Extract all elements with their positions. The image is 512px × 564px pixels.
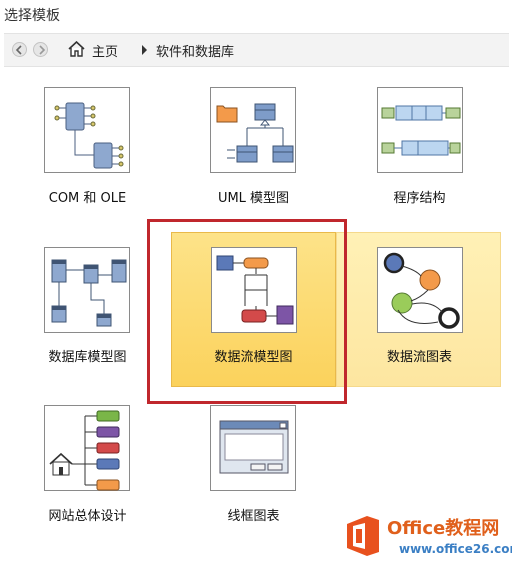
office-logo-icon — [347, 516, 379, 556]
dataflow-chart-thumbnail[interactable] — [377, 247, 463, 333]
template-label-wireframe[interactable]: 线框图表 — [207, 505, 300, 524]
arrow-left-icon — [15, 45, 22, 55]
wireframe-icon — [219, 420, 289, 474]
home-icon[interactable] — [68, 41, 85, 57]
back-button[interactable] — [12, 42, 27, 57]
uml-diagram-icon — [216, 103, 294, 163]
breadcrumb-current[interactable]: 软件和数据库 — [156, 41, 234, 60]
forward-button[interactable] — [33, 42, 48, 57]
arrow-right-icon — [39, 45, 46, 55]
template-label-uml[interactable]: UML 模型图 — [207, 187, 300, 206]
highlight-frame — [147, 219, 347, 404]
template-label-website-map[interactable]: 网站总体设计 — [41, 505, 134, 524]
watermark: Office教程网 www.office26.com — [345, 512, 512, 564]
dataflow-chart-icon — [383, 252, 460, 329]
com-ole-diagram-icon — [54, 102, 124, 169]
page-title: 选择模板 — [4, 8, 60, 24]
uml-thumbnail[interactable] — [210, 87, 296, 173]
watermark-url: www.office26.com — [399, 542, 512, 556]
navigation-bar: 主页 软件和数据库 — [4, 33, 509, 67]
com-ole-thumbnail[interactable] — [44, 87, 130, 173]
breadcrumb-home[interactable]: 主页 — [92, 41, 118, 60]
website-map-thumbnail[interactable] — [44, 405, 130, 491]
template-label-program-structure[interactable]: 程序结构 — [373, 187, 466, 206]
database-model-thumbnail[interactable] — [44, 247, 130, 333]
wireframe-thumbnail[interactable] — [210, 405, 296, 491]
template-label-database-model[interactable]: 数据库模型图 — [41, 346, 134, 365]
template-label-com-ole[interactable]: COM 和 OLE — [41, 187, 134, 206]
program-structure-icon — [381, 105, 461, 156]
database-model-icon — [51, 259, 127, 327]
program-structure-thumbnail[interactable] — [377, 87, 463, 173]
website-map-icon — [49, 410, 120, 491]
template-label-dataflow-chart[interactable]: 数据流图表 — [373, 346, 466, 365]
watermark-title: Office教程网 — [387, 518, 500, 539]
breadcrumb-separator-icon — [142, 45, 147, 55]
